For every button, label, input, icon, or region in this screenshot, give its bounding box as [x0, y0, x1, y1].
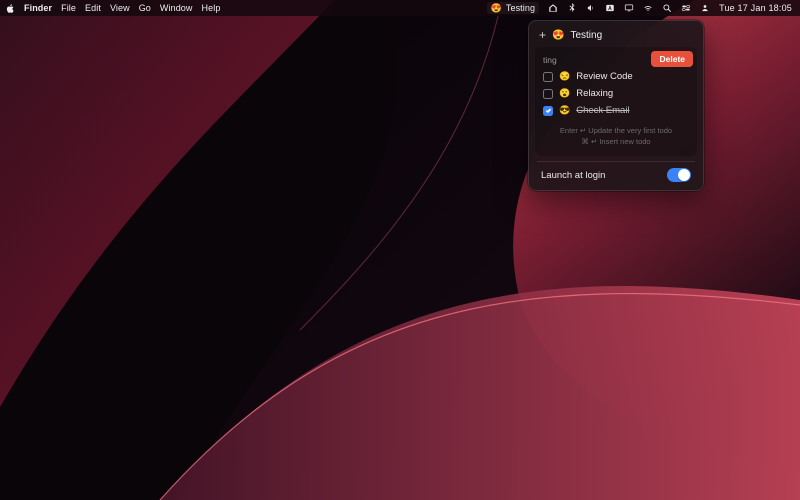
add-icon[interactable]: + — [539, 29, 546, 41]
menu-edit[interactable]: Edit — [85, 3, 101, 13]
launch-at-login-label: Launch at login — [541, 170, 605, 181]
home-icon[interactable] — [548, 3, 558, 13]
todo-item[interactable]: 😒 Review Code — [535, 68, 697, 85]
todo-label: Relaxing — [576, 88, 613, 99]
menubar-status-item[interactable]: 😍 Testing — [487, 2, 540, 14]
checkbox-checked-icon[interactable] — [543, 106, 553, 116]
delete-button[interactable]: Delete — [651, 51, 693, 67]
user-icon[interactable] — [700, 3, 710, 13]
divider — [537, 161, 695, 162]
header-emoji-icon: 😍 — [552, 30, 564, 41]
checkbox-unchecked-icon[interactable] — [543, 89, 553, 99]
todo-emoji-icon: 😎 — [559, 106, 570, 115]
volume-icon[interactable] — [586, 3, 596, 13]
menubar-clock[interactable]: Tue 17 Jan 18:05 — [719, 3, 792, 13]
todo-section: Delete ting 😒 Review Code 😮 Relaxing 😎 C… — [535, 47, 697, 156]
bluetooth-icon[interactable] — [567, 3, 577, 13]
todo-label: Check Email — [576, 105, 629, 116]
menu-go[interactable]: Go — [139, 3, 151, 13]
menu-view[interactable]: View — [110, 3, 130, 13]
menu-help[interactable]: Help — [202, 3, 221, 13]
todo-label: Review Code — [576, 71, 633, 82]
todo-emoji-icon: 😒 — [559, 72, 570, 81]
menubar-app-name[interactable]: Finder — [24, 3, 52, 13]
todo-item[interactable]: 😮 Relaxing — [535, 85, 697, 102]
launch-at-login-toggle[interactable] — [667, 168, 691, 182]
search-icon[interactable] — [662, 3, 672, 13]
menu-file[interactable]: File — [61, 3, 76, 13]
status-label: Testing — [506, 3, 535, 13]
apple-menu-icon[interactable] — [6, 4, 15, 13]
input-source-icon[interactable]: A — [605, 3, 615, 13]
hint-line: ⌘ ↵ Insert new todo — [539, 136, 693, 147]
todo-item[interactable]: 😎 Check Email — [535, 102, 697, 119]
menu-window[interactable]: Window — [160, 3, 193, 13]
title-input[interactable] — [570, 30, 702, 41]
checkbox-unchecked-icon[interactable] — [543, 72, 553, 82]
wifi-icon[interactable] — [643, 3, 653, 13]
hint-line: Enter ↵ Update the very first todo — [539, 125, 693, 136]
status-emoji-icon: 😍 — [491, 4, 502, 13]
todo-emoji-icon: 😮 — [559, 89, 570, 98]
display-icon[interactable] — [624, 3, 634, 13]
svg-text:A: A — [608, 6, 612, 12]
hints: Enter ↵ Update the very first todo ⌘ ↵ I… — [535, 119, 697, 152]
toggle-knob-icon — [678, 169, 690, 181]
control-center-icon[interactable] — [681, 3, 691, 13]
todo-panel: + 😍 Delete ting 😒 Review Code 😮 Relaxing — [528, 20, 704, 191]
menubar: Finder File Edit View Go Window Help 😍 T… — [0, 0, 800, 16]
